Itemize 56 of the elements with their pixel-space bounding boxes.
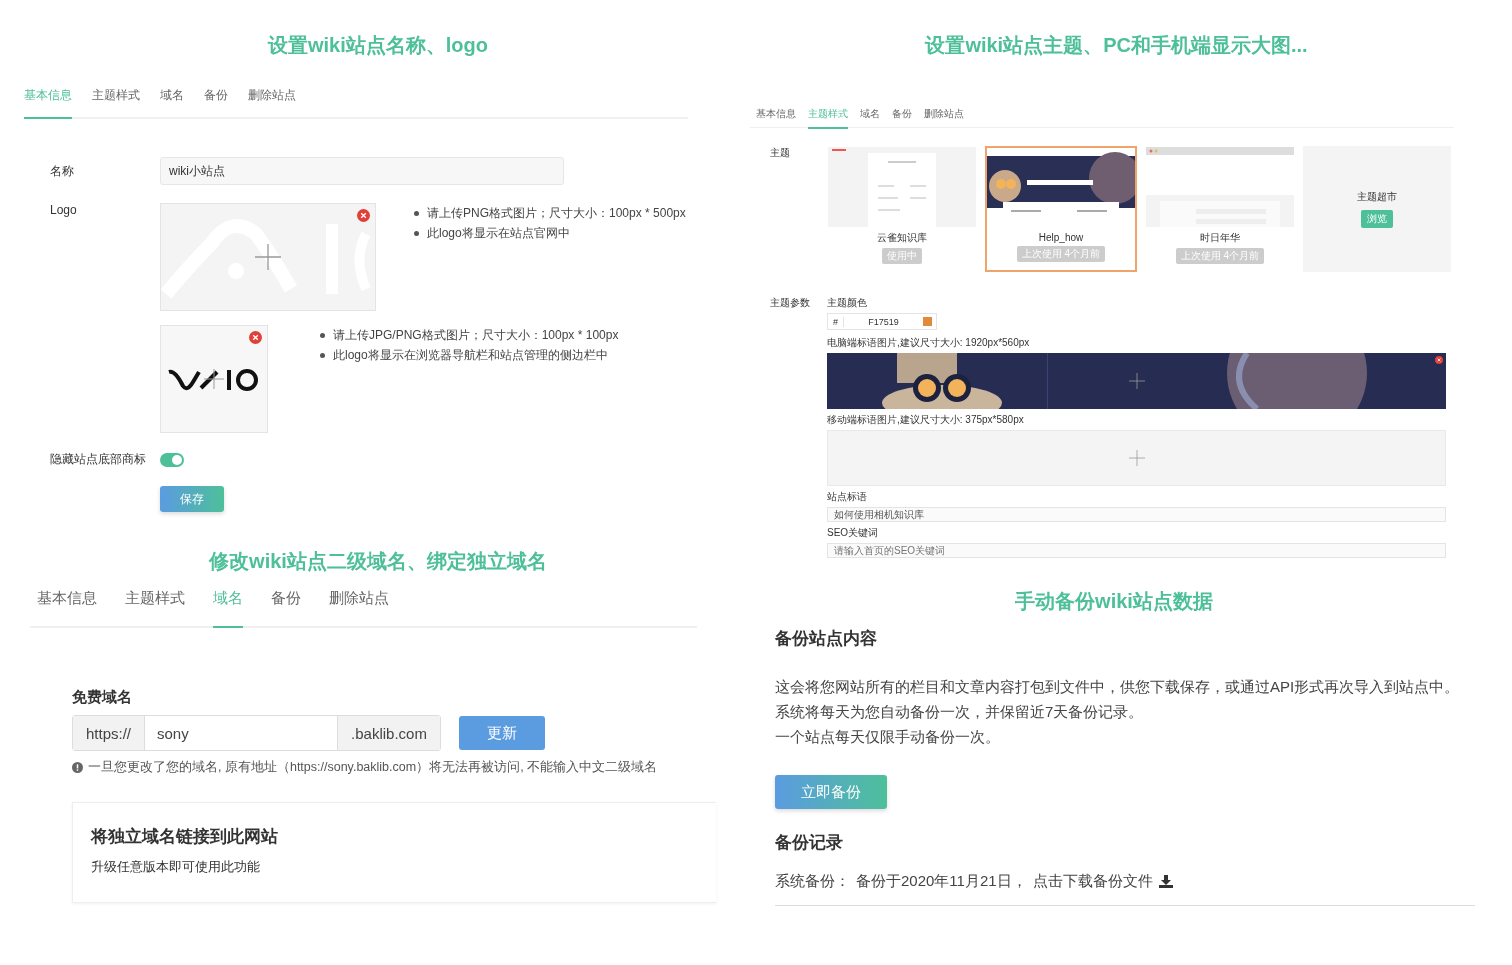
description-text: 系统将每天为您自动备份一次，并保留近7天备份记录。 xyxy=(775,702,1145,722)
note-text: 一旦您更改了您的域名, 原有地址（https://sony.baklib.com）将无法再被访问, 不能输入中文二级域名 xyxy=(88,759,658,776)
tab[interactable]: 删除站点 xyxy=(329,589,389,628)
tab[interactable]: 主题样式 xyxy=(125,589,185,628)
field-label: Logo xyxy=(50,203,78,217)
section-title: 修改wiki站点二级域名、绑定独立域名 xyxy=(208,549,548,574)
section-title: 设置wiki站点主题、PC和手机端显示大图... xyxy=(923,33,1309,58)
plus-icon[interactable] xyxy=(204,369,224,389)
record-date: 备份于2020年11月21日， xyxy=(856,872,1027,891)
hint-text: 此logo将显示在站点官网中 xyxy=(427,225,570,242)
tab[interactable]: 删除站点 xyxy=(924,107,964,129)
tab[interactable]: 删除站点 xyxy=(248,87,296,119)
color-field[interactable]: # F17519 xyxy=(827,313,937,330)
tagline-field[interactable]: 如何使用相机知识库 xyxy=(827,507,1446,522)
tab[interactable]: 域名 xyxy=(860,107,880,129)
field-label: 名称 xyxy=(50,162,75,180)
section-heading: 备份站点内容 xyxy=(775,628,878,650)
seo-field[interactable]: 请输入首页的SEO关键词 xyxy=(827,543,1446,558)
tab[interactable]: 基本信息 xyxy=(37,589,97,628)
field-label: SEO关键词 xyxy=(827,526,880,540)
info-icon xyxy=(72,762,83,773)
description-text: 这会将您网站所有的栏目和文章内容打包到文件中，供您下载保存，或通过API形式再次导入到站点中。 xyxy=(775,677,1461,697)
name-field[interactable]: wiki小站点 xyxy=(160,157,564,185)
field-label: 主题参数 xyxy=(769,296,811,310)
field-label: 站点标语 xyxy=(827,490,868,504)
close-icon[interactable] xyxy=(1435,356,1443,364)
field-label: 免费域名 xyxy=(72,688,133,707)
section-title: 手动备份wiki站点数据 xyxy=(1014,589,1214,614)
field-label: 隐藏站点底部商标 xyxy=(50,451,147,468)
hint-text: 请上传JPG/PNG格式图片；尺寸大小：100px * 100px xyxy=(333,327,619,344)
field-label: 主题 xyxy=(769,146,791,160)
theme-name: Help_how xyxy=(1038,232,1084,243)
domain-field[interactable]: https:// sony .baklib.com xyxy=(72,715,441,751)
card-title: 将独立域名链接到此网站 xyxy=(91,826,279,848)
hint-text: 此logo将显示在浏览器导航栏和站点管理的侧边栏中 xyxy=(333,347,608,364)
description-text: 一个站点每天仅限手动备份一次。 xyxy=(775,727,1001,747)
record-label: 系统备份： xyxy=(775,872,850,891)
tab[interactable]: 基本信息 xyxy=(756,107,796,129)
field-label: 电脑端标语图片,建议尺寸大小: 1920px*560px xyxy=(827,336,1031,350)
store-title: 主题超市 xyxy=(1357,190,1397,204)
tab[interactable]: 域名 xyxy=(160,87,184,119)
field-label: 移动端标语图片,建议尺寸大小: 375px*580px xyxy=(827,413,1025,427)
tab[interactable]: 备份 xyxy=(892,107,912,129)
field-label: 主题颜色 xyxy=(827,296,868,310)
section-heading: 备份记录 xyxy=(775,832,844,854)
download-link[interactable]: 点击下载备份文件 xyxy=(1032,872,1153,891)
section-title: 设置wiki站点名称、logo xyxy=(266,33,489,58)
theme-name: 时日年华 xyxy=(1200,231,1240,245)
card-text: 升级任意版本即可使用此功能 xyxy=(91,858,261,876)
tab[interactable]: 备份 xyxy=(271,589,301,628)
theme-name: 云雀知识库 xyxy=(877,231,927,245)
tab[interactable]: 主题样式 xyxy=(92,87,140,119)
download-icon[interactable] xyxy=(1158,875,1173,888)
toggle-switch[interactable] xyxy=(160,452,184,467)
tab[interactable]: 备份 xyxy=(204,87,228,119)
hint-text: 请上传PNG格式图片；尺寸大小：100px * 500px xyxy=(427,205,686,222)
